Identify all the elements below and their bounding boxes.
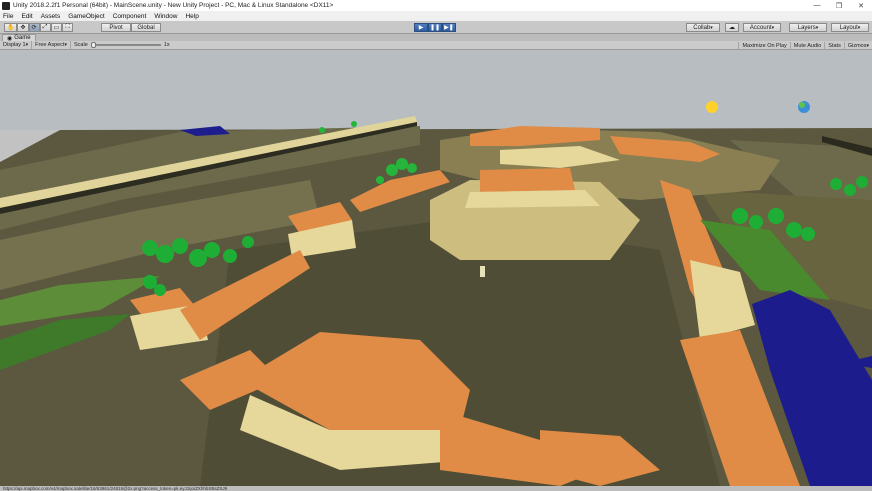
- sun-icon: [706, 101, 718, 113]
- rect-tool-icon[interactable]: ▭: [50, 23, 63, 32]
- main-hall-roof: [480, 168, 575, 192]
- scale-control: Scale 1x: [71, 41, 173, 49]
- scale-slider[interactable]: [90, 42, 161, 48]
- play-button[interactable]: ▶: [414, 23, 428, 32]
- account-dropdown[interactable]: Account: [743, 23, 781, 32]
- menu-bar: File Edit Assets GameObject Component Wi…: [0, 11, 872, 21]
- display-dropdown[interactable]: Display 1: [0, 41, 33, 49]
- layers-group: Layers: [789, 23, 827, 32]
- scale-label: Scale: [74, 42, 88, 48]
- mute-audio-toggle[interactable]: Mute Audio: [789, 41, 825, 50]
- move-tool-icon[interactable]: ✥: [17, 23, 29, 32]
- scale-value: 1x: [163, 42, 170, 48]
- menu-window[interactable]: Window: [154, 13, 177, 20]
- collab-button[interactable]: Collab: [686, 23, 720, 32]
- transform-tools: ✋ ✥ ⟳ ⤢ ▭ ⛶: [4, 23, 74, 32]
- menu-help[interactable]: Help: [185, 13, 198, 20]
- collab-group: Collab: [686, 23, 720, 32]
- pivot-button[interactable]: Pivot: [101, 23, 131, 32]
- rotate-tool-icon[interactable]: ⟳: [28, 23, 40, 32]
- global-button[interactable]: Global: [131, 23, 161, 32]
- stats-toggle[interactable]: Stats: [824, 41, 844, 50]
- cloud-group: ☁: [725, 23, 739, 32]
- menu-file[interactable]: File: [3, 13, 13, 20]
- menu-component[interactable]: Component: [113, 13, 147, 20]
- menu-edit[interactable]: Edit: [21, 13, 32, 20]
- main-toolbar: ✋ ✥ ⟳ ⤢ ▭ ⛶ Pivot Global ▶ ❚❚ ▶❚ Collab …: [0, 21, 872, 34]
- scale-slider-handle[interactable]: [90, 42, 96, 48]
- layout-dropdown[interactable]: Layout: [831, 23, 869, 32]
- player-character: [480, 266, 485, 277]
- gizmos-dropdown[interactable]: Gizmos: [843, 41, 872, 50]
- window-title: Unity 2018.2.2f1 Personal (64bit) - Main…: [13, 2, 334, 9]
- status-bar: https://api.mapbox.com/v4/mapbox.satelli…: [0, 486, 872, 491]
- game-tab-strip: ◉ Game: [0, 34, 872, 42]
- main-hall-wall: [465, 190, 600, 208]
- window-controls: — ❐ ✕: [806, 0, 872, 11]
- playback-controls: ▶ ❚❚ ▶❚: [414, 23, 456, 32]
- menu-assets[interactable]: Assets: [41, 13, 61, 20]
- scale-tool-icon[interactable]: ⤢: [39, 23, 51, 32]
- scene-render: [0, 50, 872, 486]
- maximize-on-play-toggle[interactable]: Maximize On Play: [738, 41, 789, 50]
- unity-logo-icon: [2, 1, 10, 10]
- layers-dropdown[interactable]: Layers: [789, 23, 827, 32]
- maximize-icon[interactable]: ❐: [828, 0, 850, 11]
- pause-button[interactable]: ❚❚: [428, 23, 442, 32]
- game-viewport[interactable]: [0, 50, 872, 486]
- minimize-icon[interactable]: —: [806, 0, 828, 11]
- hand-tool-icon[interactable]: ✋: [4, 23, 18, 32]
- sky: [0, 50, 872, 130]
- menu-gameobject[interactable]: GameObject: [68, 13, 105, 20]
- aspect-dropdown[interactable]: Free Aspect: [32, 41, 72, 49]
- step-button[interactable]: ▶❚: [442, 23, 456, 32]
- account-group: Account: [743, 23, 781, 32]
- transform-tool-icon[interactable]: ⛶: [62, 23, 74, 32]
- pivot-group: Pivot Global: [101, 23, 161, 32]
- cloud-icon[interactable]: ☁: [725, 23, 739, 32]
- tab-game[interactable]: ◉ Game: [2, 34, 36, 42]
- window-titlebar: Unity 2018.2.2f1 Personal (64bit) - Main…: [0, 0, 872, 11]
- game-view-toolbar: Display 1 Free Aspect Scale 1x Maximize …: [0, 41, 872, 50]
- layout-group: Layout: [831, 23, 869, 32]
- game-view-options: Maximize On Play Mute Audio Stats Gizmos: [738, 41, 872, 50]
- close-icon[interactable]: ✕: [850, 0, 872, 11]
